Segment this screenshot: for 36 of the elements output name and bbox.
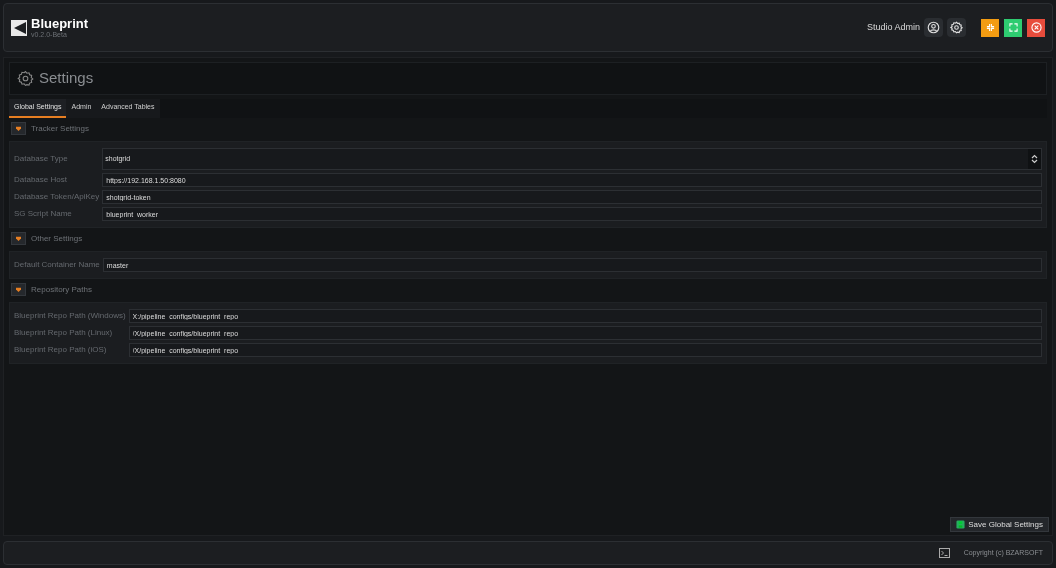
close-icon xyxy=(1030,22,1042,33)
settings-button[interactable] xyxy=(947,18,966,37)
expand-icon xyxy=(1008,23,1018,32)
section-title: Repository Paths xyxy=(31,283,92,296)
field-label: Database Type xyxy=(14,153,69,165)
settings-icon xyxy=(950,21,963,34)
field-label: Blueprint Repo Path (iOS) xyxy=(14,344,108,356)
settings-icon xyxy=(17,70,34,87)
save-button[interactable]: Save Global Settings xyxy=(950,517,1049,532)
user-name: Studio Admin xyxy=(866,20,920,34)
page-title: Settings xyxy=(39,68,94,89)
section-title: Tracker Settings xyxy=(31,122,89,135)
user-icon xyxy=(927,21,940,34)
field-label: Blueprint Repo Path (Linux) xyxy=(14,327,114,339)
app-title: Blueprint xyxy=(31,17,89,30)
section-title: Other Settings xyxy=(31,232,83,245)
field-label: Blueprint Repo Path (Windows) xyxy=(14,310,126,322)
chevron-down-icon xyxy=(16,236,21,241)
profile-button[interactable] xyxy=(924,18,943,37)
shrink-icon xyxy=(985,23,995,32)
field-label: Database Token/ApiKey xyxy=(14,191,100,203)
field-label: Database Host xyxy=(14,174,68,186)
minimize-button[interactable] xyxy=(981,18,999,37)
collapse-toggle[interactable] xyxy=(11,122,26,135)
collapse-toggle[interactable] xyxy=(11,232,26,245)
chevron-down-icon xyxy=(16,126,21,131)
collapse-toggle[interactable] xyxy=(11,283,26,296)
save-icon xyxy=(956,520,966,529)
logo-icon xyxy=(11,19,27,36)
field-label: Default Container Name xyxy=(14,259,100,271)
chevron-down-icon xyxy=(16,287,21,292)
close-button[interactable] xyxy=(1027,18,1045,37)
field-label: SG Script Name xyxy=(14,208,73,220)
maximize-button[interactable] xyxy=(1004,18,1022,37)
sort-arrows-icon xyxy=(1031,154,1038,164)
terminal-icon[interactable] xyxy=(938,548,950,558)
